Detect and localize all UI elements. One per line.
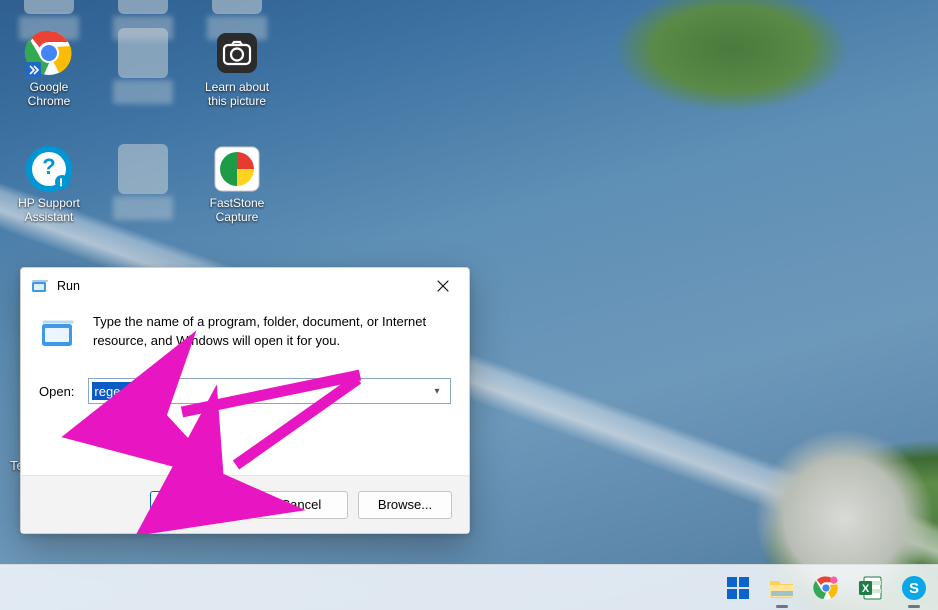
blur2-icon xyxy=(118,144,168,194)
chrome-button[interactable] xyxy=(812,574,840,602)
taskbar: XS xyxy=(0,564,938,610)
list-icon xyxy=(118,0,168,14)
run-body-icon xyxy=(39,314,79,354)
run-dialog: Run Type the name of a program, folder, … xyxy=(20,267,470,534)
desktop-icon-learn[interactable]: Learn about this picture xyxy=(198,28,276,108)
file-explorer-button[interactable] xyxy=(768,574,796,602)
open-input-value[interactable]: regedit xyxy=(92,382,136,400)
chevron-down-icon[interactable]: ▾ xyxy=(424,386,450,397)
blur1-icon xyxy=(118,28,168,78)
browse-button[interactable]: Browse... xyxy=(358,491,452,519)
hp-icon: ? xyxy=(24,144,74,194)
cancel-button[interactable]: Cancel xyxy=(254,491,348,519)
desktop-icon-label xyxy=(113,196,173,220)
close-button[interactable] xyxy=(421,271,465,301)
ok-button[interactable]: OK xyxy=(150,491,244,519)
run-title: Run xyxy=(57,279,80,293)
run-description: Type the name of a program, folder, docu… xyxy=(93,312,451,350)
chrome-icon xyxy=(24,28,74,78)
svg-text:?: ? xyxy=(42,154,55,179)
close-icon xyxy=(437,280,449,292)
open-label: Open: xyxy=(39,384,74,399)
desktop-icon-label: Learn about this picture xyxy=(205,80,269,108)
start-button[interactable] xyxy=(724,574,752,602)
run-titlebar-icon xyxy=(31,279,49,293)
desktop-icon-blur1[interactable] xyxy=(104,28,182,104)
faststone-icon xyxy=(212,144,262,194)
learn-icon xyxy=(212,28,262,78)
skype-button[interactable]: S xyxy=(900,574,928,602)
desktop-icon-label: FastStone Capture xyxy=(210,196,265,224)
desktop-icon-chrome[interactable]: Google Chrome xyxy=(10,28,88,108)
run-titlebar[interactable]: Run xyxy=(21,268,469,304)
desktop-icon-hp[interactable]: ? HP Support Assistant xyxy=(10,144,88,224)
desktop-icon-blur2[interactable] xyxy=(104,144,182,220)
excel-button[interactable]: X xyxy=(856,574,884,602)
runner-icon xyxy=(24,0,74,14)
desktop-icon-label: HP Support Assistant xyxy=(18,196,80,224)
run-button-row: OK Cancel Browse... xyxy=(21,475,469,533)
open-combobox[interactable]: regedit ▾ xyxy=(88,378,451,404)
svg-text:S: S xyxy=(909,580,919,597)
svg-text:X: X xyxy=(862,583,870,595)
shortcut-icon xyxy=(212,0,262,14)
desktop-icon-label xyxy=(113,80,173,104)
desktop-icon-faststone[interactable]: FastStone Capture xyxy=(198,144,276,224)
desktop-icon-label: Google Chrome xyxy=(28,80,71,108)
